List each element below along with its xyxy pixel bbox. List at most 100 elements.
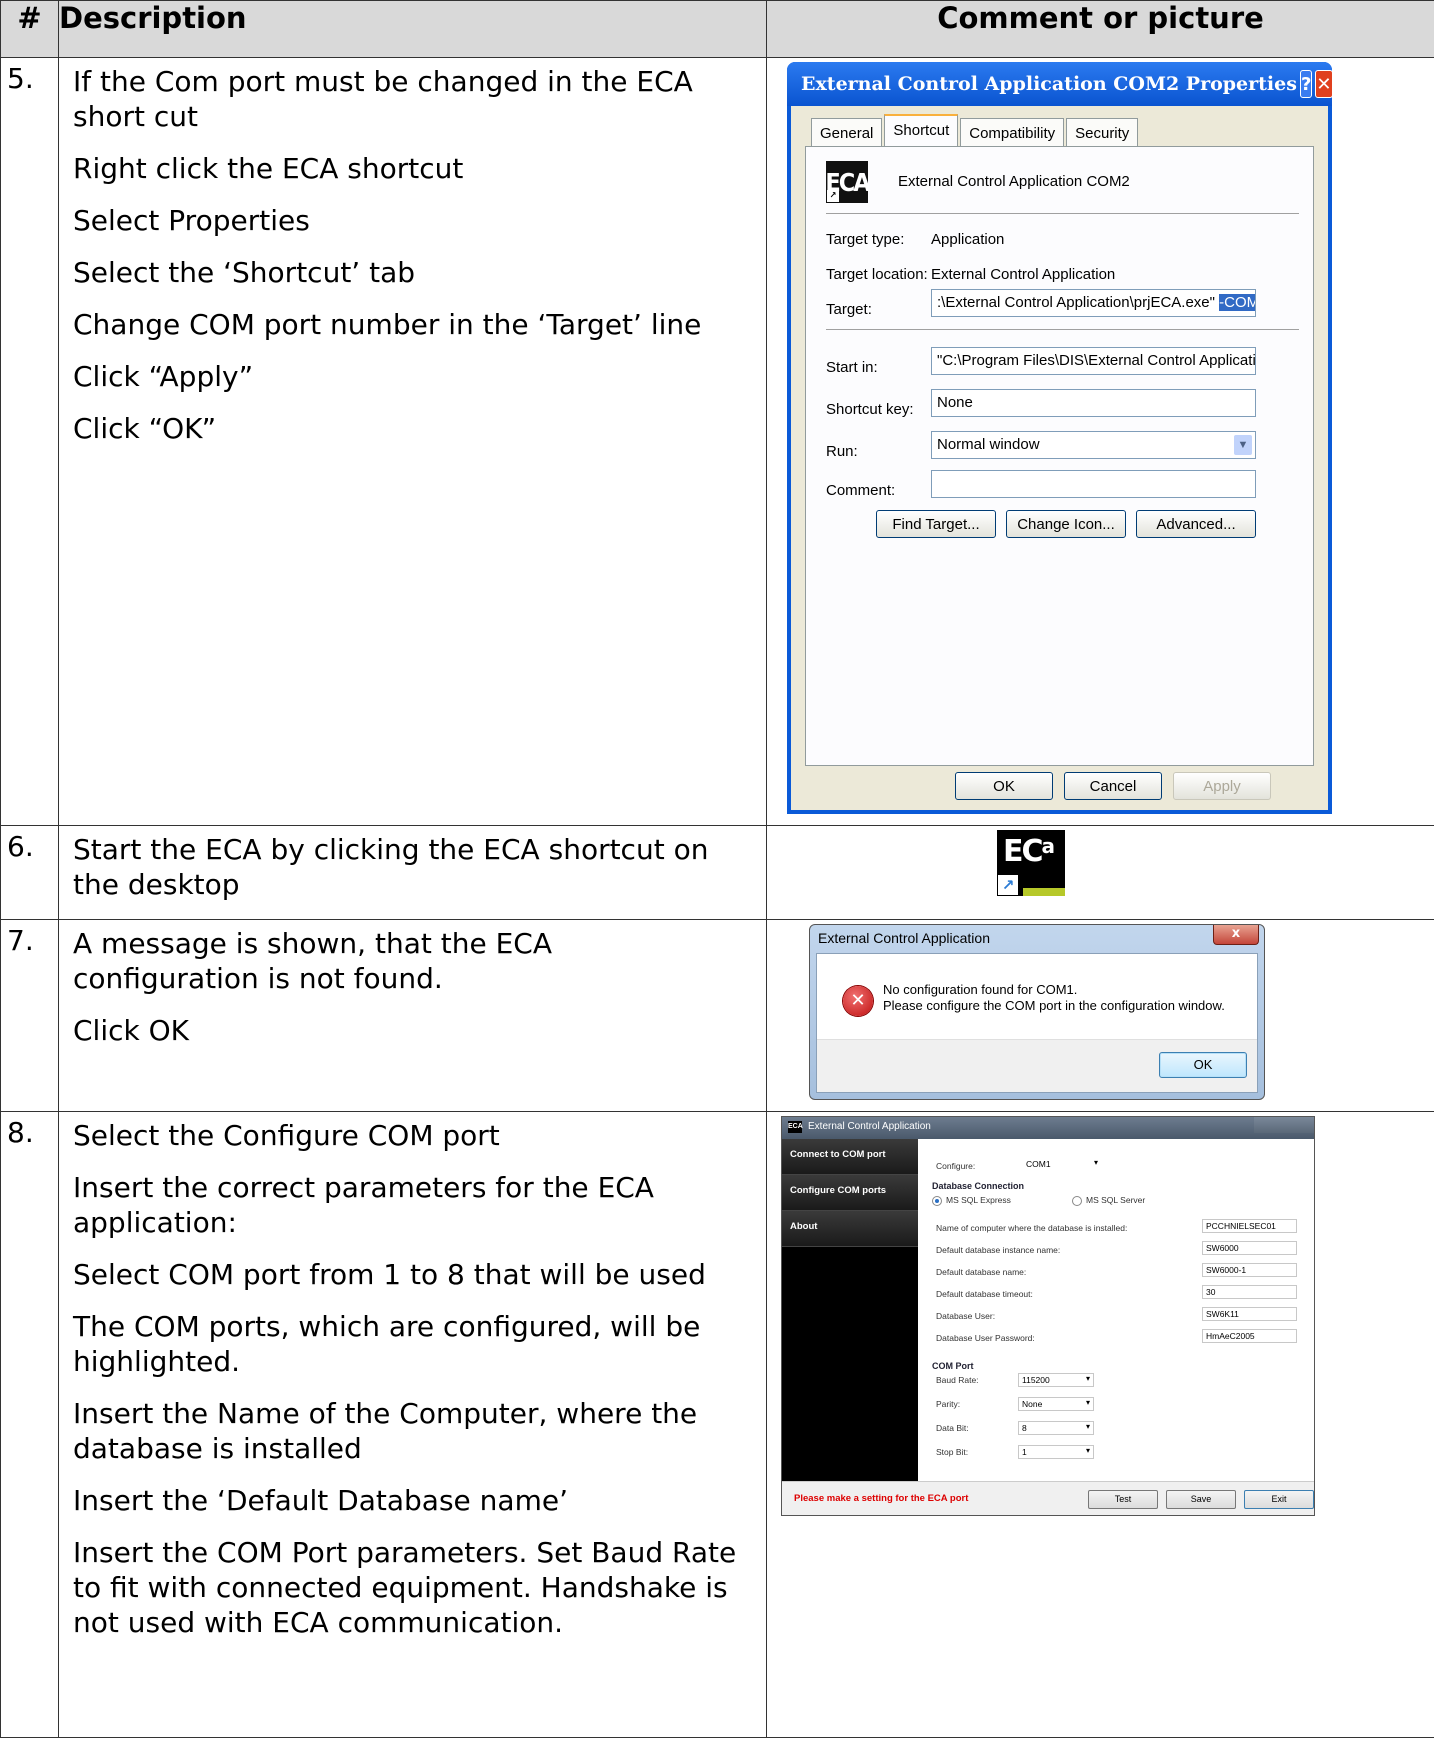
message-line: No configuration found for COM1. <box>883 982 1225 998</box>
configure-label: Configure: <box>936 1161 975 1171</box>
test-button[interactable]: Test <box>1088 1490 1158 1509</box>
field-label: Stop Bit: <box>936 1447 968 1457</box>
run-select[interactable]: Normal window ▼ <box>931 431 1256 459</box>
dialog-titlebar: External Control Application COM2 Proper… <box>787 62 1332 106</box>
baud-rate-select[interactable]: 115200▾ <box>1018 1373 1094 1387</box>
database-name-input[interactable]: SW6000-1 <box>1202 1263 1297 1277</box>
eca-icon-text: EC <box>1003 834 1042 869</box>
row-description: Select the Configure COM port Insert the… <box>59 1112 767 1738</box>
stop-bit-value: 1 <box>1022 1447 1027 1457</box>
radio-ms-sql-server[interactable]: MS SQL Server <box>1072 1195 1145 1206</box>
step-text: Click “OK” <box>73 411 746 446</box>
save-button[interactable]: Save <box>1166 1490 1236 1509</box>
eca-icon-stripe <box>1023 888 1065 896</box>
parity-select[interactable]: None▾ <box>1018 1397 1094 1411</box>
message-text: No configuration found for COM1. Please … <box>883 982 1225 1014</box>
config-title: External Control Application <box>808 1121 931 1132</box>
comment-label: Comment: <box>826 482 895 499</box>
shortcut-tab-panel: ECA↗ External Control Application COM2 T… <box>805 146 1314 766</box>
data-bit-select[interactable]: 8▾ <box>1018 1421 1094 1435</box>
field-label: Data Bit: <box>936 1423 969 1433</box>
eca-shortcut-icon[interactable]: ECa ↗ <box>997 830 1065 896</box>
start-in-field[interactable]: "C:\Program Files\DIS\External Control A… <box>931 347 1256 375</box>
sidebar-item-about[interactable]: About <box>782 1211 918 1247</box>
db-connection-heading: Database Connection <box>932 1181 1024 1191</box>
computer-name-input[interactable]: PCCHNIELSEC01 <box>1202 1219 1297 1233</box>
step-text: Click “Apply” <box>73 359 746 394</box>
exit-button[interactable]: Exit <box>1244 1490 1314 1509</box>
tab-compatibility[interactable]: Compatibility <box>960 118 1064 149</box>
divider <box>826 213 1299 214</box>
sidebar-item-configure[interactable]: Configure COM ports <box>782 1175 918 1211</box>
instance-name-input[interactable]: SW6000 <box>1202 1241 1297 1255</box>
step-text: Select the Configure COM port <box>73 1118 746 1153</box>
configure-select[interactable]: COM1▾ <box>1022 1157 1102 1171</box>
row-number: 7. <box>1 920 59 1112</box>
eca-app-icon: ECA <box>788 1121 802 1133</box>
close-icon[interactable]: x <box>1213 925 1259 945</box>
stop-bit-select[interactable]: 1▾ <box>1018 1445 1094 1459</box>
com-port-heading: COM Port <box>932 1361 974 1371</box>
step-text: Insert the Name of the Computer, where t… <box>73 1396 746 1466</box>
target-label: Target: <box>826 301 872 318</box>
close-icon[interactable]: ✕ <box>1315 70 1332 98</box>
row-description: A message is shown, that the ECA configu… <box>59 920 767 1112</box>
field-label: Default database timeout: <box>936 1289 1033 1299</box>
shortcut-key-label: Shortcut key: <box>826 401 914 418</box>
ok-button[interactable]: OK <box>955 772 1053 800</box>
shortcut-name: External Control Application COM2 <box>898 173 1130 190</box>
radio-ms-sql-express[interactable]: MS SQL Express <box>932 1195 1011 1206</box>
start-in-label: Start in: <box>826 359 878 376</box>
chevron-down-icon: ▾ <box>1086 1422 1090 1431</box>
target-location-value: External Control Application <box>931 266 1115 283</box>
target-type-label: Target type: <box>826 231 904 248</box>
help-icon[interactable]: ? <box>1300 70 1312 98</box>
tab-shortcut[interactable]: Shortcut <box>884 114 958 149</box>
dialog-title: External Control Application COM2 Proper… <box>801 73 1297 95</box>
row-description: Start the ECA by clicking the ECA shortc… <box>59 826 767 920</box>
eca-icon-label: ECa <box>1003 834 1055 869</box>
step-text: Insert the correct parameters for the EC… <box>73 1170 746 1240</box>
sidebar-item-connect[interactable]: Connect to COM port <box>782 1139 918 1175</box>
find-target-button[interactable]: Find Target... <box>876 510 996 538</box>
tab-general[interactable]: General <box>811 118 882 149</box>
run-label: Run: <box>826 443 858 460</box>
target-field[interactable]: :\External Control Application\prjECA.ex… <box>931 289 1256 317</box>
apply-button[interactable]: Apply <box>1173 772 1271 800</box>
divider <box>826 329 1299 330</box>
shortcut-key-field[interactable]: None <box>931 389 1256 417</box>
shortcut-arrow-icon: ↗ <box>827 190 839 202</box>
field-label: Database User: <box>936 1311 995 1321</box>
table-row-5: 5. If the Com port must be changed in th… <box>1 58 1434 826</box>
field-label: Default database name: <box>936 1267 1026 1277</box>
radio-label: MS SQL Server <box>1086 1195 1145 1205</box>
db-user-input[interactable]: SW6K11 <box>1202 1307 1297 1321</box>
config-window: ECA External Control Application Connect… <box>781 1116 1315 1516</box>
field-label: Name of computer where the database is i… <box>936 1223 1127 1233</box>
dialog-body: General Shortcut Compatibility Security … <box>791 106 1328 810</box>
window-controls[interactable] <box>1254 1117 1314 1133</box>
tab-security[interactable]: Security <box>1066 118 1138 149</box>
target-selected-text: -COM2 <box>1219 294 1256 311</box>
row-number: 6. <box>1 826 59 920</box>
ok-button[interactable]: OK <box>1159 1052 1247 1078</box>
run-value: Normal window <box>937 436 1040 453</box>
parity-value: None <box>1022 1399 1042 1409</box>
db-password-input[interactable]: HmAeC2005 <box>1202 1329 1297 1343</box>
comment-field[interactable] <box>931 470 1256 498</box>
data-bit-value: 8 <box>1022 1423 1027 1433</box>
shortcut-arrow-icon: ↗ <box>998 875 1018 895</box>
step-text: A message is shown, that the ECA configu… <box>73 926 746 996</box>
field-label: Baud Rate: <box>936 1375 979 1385</box>
row-picture: External Control Application COM2 Proper… <box>767 58 1434 826</box>
advanced-button[interactable]: Advanced... <box>1136 510 1256 538</box>
row-number: 8. <box>1 1112 59 1738</box>
chevron-down-icon[interactable]: ▼ <box>1234 435 1252 455</box>
cancel-button[interactable]: Cancel <box>1064 772 1162 800</box>
timeout-input[interactable]: 30 <box>1202 1285 1297 1299</box>
header-description: Description <box>59 1 767 58</box>
table-row-7: 7. A message is shown, that the ECA conf… <box>1 920 1434 1112</box>
step-text: Change COM port number in the ‘Target’ l… <box>73 307 746 342</box>
change-icon-button[interactable]: Change Icon... <box>1006 510 1126 538</box>
instructions-table: # Description Comment or picture 5. If t… <box>0 0 1434 1738</box>
